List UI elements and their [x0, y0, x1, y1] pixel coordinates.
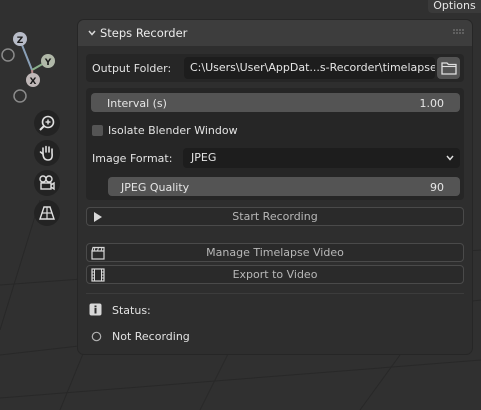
gizmo-y-label: Y: [44, 58, 52, 68]
start-recording-label: Start Recording: [232, 210, 318, 223]
output-folder-path-value: C:\Users\User\AppDat...s-Recorder\timela…: [190, 61, 435, 74]
hand-pan-icon: [39, 145, 53, 161]
options-button[interactable]: Options: [428, 0, 481, 13]
status-value: Not Recording: [112, 330, 190, 343]
start-recording-button[interactable]: Start Recording: [86, 207, 464, 226]
manage-timelapse-button[interactable]: Manage Timelapse Video: [86, 243, 464, 262]
perspective-grid-icon: [39, 206, 55, 220]
zoom-icon: [39, 115, 55, 131]
camera-icon: [39, 175, 55, 191]
output-folder-path-field[interactable]: C:\Users\User\AppDat...s-Recorder\timela…: [184, 57, 435, 79]
isolate-blender-window-label: Isolate Blender Window: [108, 124, 238, 137]
play-icon: [94, 212, 102, 222]
info-icon: [89, 303, 102, 316]
3d-viewport[interactable]: Options Z Y X Steps Recorder Output Fold…: [0, 0, 481, 410]
chevron-down-icon: [88, 30, 96, 36]
browse-folder-button[interactable]: [437, 57, 460, 79]
image-format-select[interactable]: JPEG: [183, 148, 460, 168]
export-to-video-button[interactable]: Export to Video: [86, 265, 464, 284]
interval-field[interactable]: Interval (s) 1.00: [91, 93, 460, 112]
jpeg-quality-field[interactable]: JPEG Quality 90: [108, 177, 460, 196]
panel-title: Steps Recorder: [100, 26, 188, 40]
folder-icon: [440, 62, 457, 75]
export-to-video-label: Export to Video: [232, 268, 318, 281]
chevron-down-icon: [446, 155, 454, 161]
radio-empty-icon: [91, 331, 102, 342]
zoom-button[interactable]: [34, 110, 60, 136]
manage-timelapse-label: Manage Timelapse Video: [206, 246, 344, 259]
interval-value: 1.00: [419, 97, 445, 110]
divider: [86, 293, 464, 294]
film-strip-icon: [91, 268, 105, 282]
gizmo-x-label: X: [30, 77, 37, 87]
pan-button[interactable]: [34, 140, 60, 166]
clapperboard-icon: [91, 246, 105, 260]
output-folder-label: Output Folder:: [92, 62, 172, 75]
drag-grip-icon[interactable]: [452, 28, 464, 36]
camera-view-button[interactable]: [34, 170, 60, 196]
axis-gizmo[interactable]: Z Y X: [0, 28, 70, 108]
image-format-value: JPEG: [191, 151, 217, 164]
jpeg-quality-label: JPEG Quality: [121, 181, 190, 194]
gizmo-z-label: Z: [17, 36, 24, 46]
interval-label: Interval (s): [107, 97, 167, 110]
panel-header[interactable]: Steps Recorder: [78, 20, 472, 46]
isolate-checkbox[interactable]: [92, 125, 103, 136]
perspective-toggle-button[interactable]: [34, 200, 60, 226]
status-label: Status:: [112, 304, 151, 317]
image-format-label: Image Format:: [92, 152, 173, 165]
jpeg-quality-value: 90: [430, 181, 444, 194]
